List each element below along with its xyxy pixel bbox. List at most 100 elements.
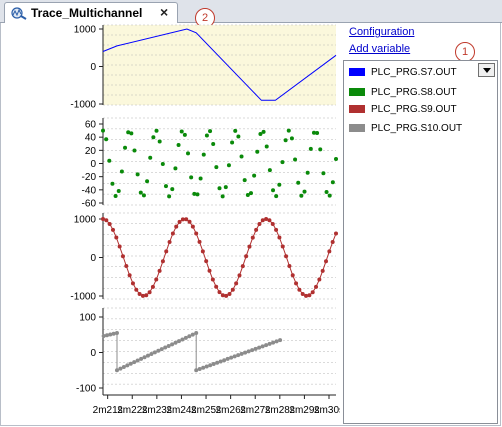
y-tick-label: 100: [79, 313, 96, 324]
data-point: [140, 293, 145, 298]
data-point: [163, 184, 168, 189]
data-point: [286, 128, 291, 133]
data-point: [296, 180, 301, 185]
data-point: [317, 277, 322, 282]
data-point: [237, 273, 242, 278]
data-point: [189, 175, 194, 180]
data-point: [207, 268, 212, 273]
data-point: [252, 173, 257, 178]
data-point: [179, 129, 184, 134]
data-point: [197, 366, 202, 371]
data-point: [108, 332, 113, 337]
data-point: [176, 339, 181, 344]
data-point: [234, 281, 239, 286]
data-point: [208, 363, 213, 368]
data-point: [274, 339, 279, 344]
data-point: [182, 132, 187, 137]
data-point: [230, 140, 235, 145]
data-point: [154, 128, 159, 133]
y-tick-label: 0: [90, 253, 96, 264]
data-point: [334, 157, 338, 162]
data-point: [236, 353, 241, 358]
tab-title: Trace_Multichannel: [31, 6, 143, 20]
data-point: [264, 343, 269, 348]
data-point: [261, 129, 266, 134]
data-point: [183, 335, 188, 340]
y-tick-label: -20: [82, 172, 97, 183]
data-point: [299, 193, 304, 198]
data-point: [170, 231, 175, 236]
data-point: [159, 347, 164, 352]
configuration-link[interactable]: Configuration: [349, 26, 414, 38]
data-point: [160, 259, 165, 264]
trace-icon: [11, 7, 27, 20]
data-point: [135, 172, 140, 177]
data-point: [244, 254, 249, 259]
data-point: [114, 368, 119, 373]
data-point: [163, 345, 168, 350]
data-point: [284, 254, 289, 259]
data-point: [124, 264, 129, 269]
legend-item-s8[interactable]: PLC_PRG.S8.OUT: [349, 87, 457, 101]
data-point: [230, 287, 235, 292]
variable-legend[interactable]: PLC_PRG.S7.OUT PLC_PRG.S8.OUT PLC_PRG.S9…: [343, 60, 498, 424]
y-tick-label: -60: [82, 199, 97, 210]
y-tick-label: 0: [90, 348, 96, 359]
data-point: [217, 290, 222, 295]
data-point: [248, 191, 253, 196]
data-point: [223, 185, 228, 190]
data-point: [308, 146, 313, 151]
data-point: [107, 158, 112, 163]
legend-dropdown-button[interactable]: [478, 63, 495, 77]
data-point: [194, 368, 199, 373]
data-point: [147, 290, 152, 295]
data-point: [135, 358, 140, 363]
y-tick-label: -40: [82, 185, 97, 196]
legend-item-s7[interactable]: PLC_PRG.S7.OUT: [349, 67, 457, 81]
data-point: [187, 334, 192, 339]
tab-trace-multichannel[interactable]: Trace_Multichannel ×: [4, 2, 178, 23]
data-point: [208, 129, 213, 134]
data-point: [176, 143, 181, 148]
data-point: [167, 239, 172, 244]
legend-item-s9[interactable]: PLC_PRG.S9.OUT: [349, 104, 457, 118]
data-point: [318, 147, 323, 152]
data-point: [184, 217, 189, 222]
data-point: [142, 355, 147, 360]
data-point: [218, 359, 223, 364]
data-point: [246, 349, 251, 354]
data-point: [327, 249, 332, 254]
data-point: [129, 131, 134, 136]
data-point: [152, 350, 157, 355]
data-point: [255, 149, 260, 154]
legend-swatch: [349, 68, 365, 77]
x-tick-label: 2m30s: [314, 405, 340, 416]
legend-swatch: [349, 105, 365, 114]
data-point: [280, 160, 285, 165]
legend-item-s10[interactable]: PLC_PRG.S10.OUT: [349, 123, 462, 137]
data-point: [277, 235, 282, 240]
data-point: [194, 231, 199, 236]
data-point: [190, 332, 195, 337]
data-point: [120, 254, 125, 259]
data-point: [132, 360, 137, 365]
legend-swatch: [349, 88, 365, 97]
data-point: [274, 194, 279, 199]
add-variable-link[interactable]: Add variable: [349, 43, 410, 55]
y-tick-label: -1000: [70, 100, 96, 111]
data-point: [250, 348, 255, 353]
legend-label: PLC_PRG.S7.OUT: [371, 67, 457, 78]
data-point: [114, 330, 119, 335]
data-point: [304, 293, 309, 298]
data-point: [274, 227, 279, 232]
data-point: [187, 219, 192, 224]
data-point: [134, 287, 139, 292]
legend-label: PLC_PRG.S9.OUT: [371, 104, 457, 115]
data-point: [271, 188, 276, 193]
data-point: [242, 178, 247, 183]
data-point: [227, 292, 232, 297]
y-tick-label: 0: [90, 159, 96, 170]
data-point: [334, 231, 338, 236]
close-icon[interactable]: ×: [160, 4, 168, 20]
data-point: [154, 277, 159, 282]
